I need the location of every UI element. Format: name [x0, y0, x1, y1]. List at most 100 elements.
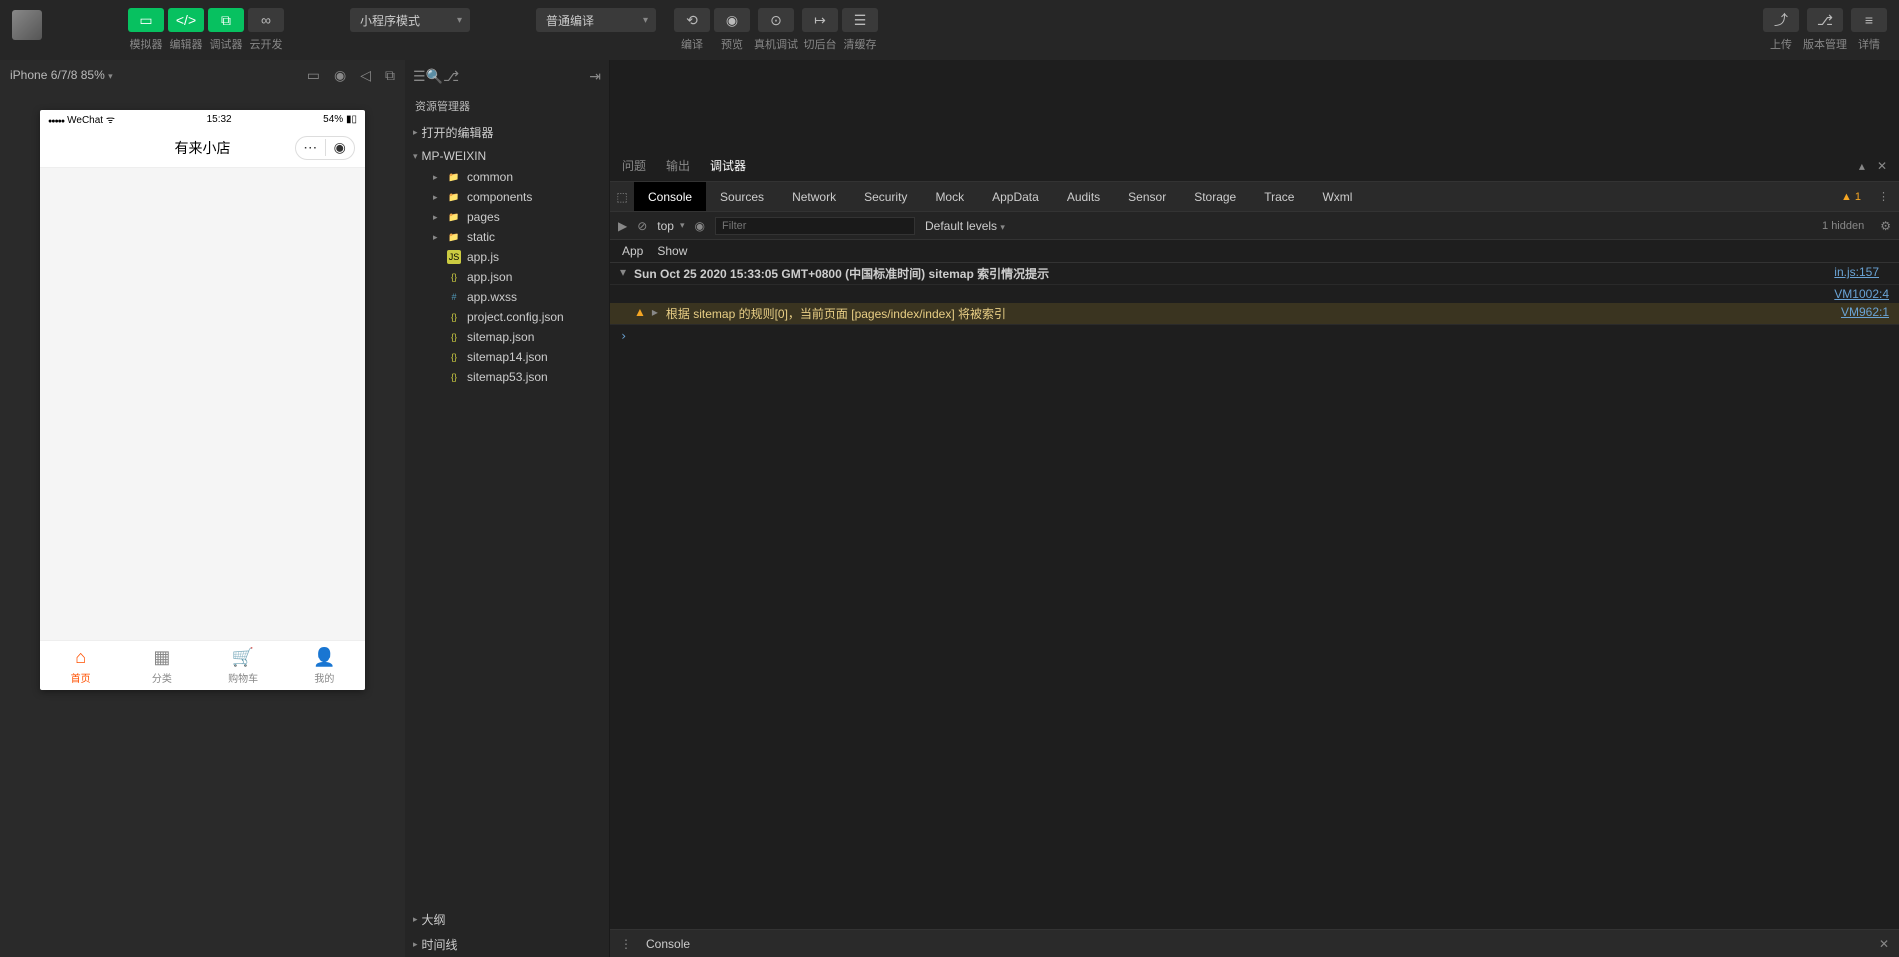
devtab-storage[interactable]: Storage — [1180, 182, 1250, 211]
mode-select[interactable]: 小程序模式 — [350, 8, 470, 32]
close-icon[interactable]: ✕ — [1879, 937, 1889, 951]
inspect-icon[interactable]: ⬚ — [610, 190, 634, 204]
cloud-button[interactable]: ∞ 云开发 — [248, 8, 284, 52]
file-common[interactable]: ▸📁common — [405, 167, 609, 187]
record-icon[interactable]: ◉ — [334, 67, 346, 84]
status-time: 15:32 — [207, 114, 232, 125]
devtab-sensor[interactable]: Sensor — [1114, 182, 1180, 211]
details-button[interactable]: ≡ 详情 — [1851, 8, 1887, 52]
menu-icon: ≡ — [1851, 8, 1887, 32]
file-sitemap.json[interactable]: {}sitemap.json — [405, 327, 609, 347]
file-sitemap14.json[interactable]: {}sitemap14.json — [405, 347, 609, 367]
log-message: Sun Oct 25 2020 15:33:05 GMT+0800 (中国标准时… — [634, 265, 1834, 282]
filter-input[interactable] — [715, 217, 915, 235]
file-sitemap53.json[interactable]: {}sitemap53.json — [405, 367, 609, 387]
simulator-button[interactable]: ▭ 模拟器 — [128, 8, 164, 52]
phone-body[interactable] — [40, 168, 365, 640]
devtab-network[interactable]: Network — [778, 182, 850, 211]
timeline-section[interactable]: 时间线 — [405, 932, 609, 957]
tab-icon: 🛒 — [232, 647, 254, 668]
app-toggle[interactable]: App — [622, 244, 643, 258]
target-icon: ⊙ — [758, 8, 794, 32]
devtab-wxml[interactable]: Wxml — [1308, 182, 1366, 211]
tab-problems[interactable]: 问题 — [622, 153, 646, 178]
rotate-icon[interactable]: ▭ — [307, 67, 320, 84]
upload-button[interactable]: ⤴ 上传 — [1763, 8, 1799, 52]
panel-toggle-icon[interactable]: ⇥ — [589, 68, 601, 85]
more-icon[interactable]: ⋯ — [296, 139, 326, 156]
console-prompt[interactable]: › — [610, 325, 1899, 347]
branch-icon[interactable]: ⎇ — [443, 68, 459, 85]
play-icon[interactable]: ▶ — [618, 219, 627, 233]
eye-icon[interactable]: ◉ — [695, 219, 705, 233]
chevron-right-icon[interactable]: ▸ — [652, 305, 666, 322]
root-folder[interactable]: MP-WEIXIN — [405, 145, 609, 167]
log-warning-message: 根据 sitemap 的规则[0]，当前页面 [pages/index/inde… — [666, 305, 1841, 322]
capsule-menu[interactable]: ⋯ ◉ — [295, 136, 355, 160]
search-icon[interactable]: 🔍 — [426, 68, 443, 85]
phone-tabbar: ⌂首页▦分类🛒购物车👤我的 — [40, 640, 365, 690]
devtab-mock[interactable]: Mock — [921, 182, 978, 211]
top-toolbar: ▭ 模拟器 </> 编辑器 ⧉ 调试器 ∞ 云开发 小程序模式 普通编译 ⟲ 编… — [0, 0, 1899, 60]
file-app.json[interactable]: {}app.json — [405, 267, 609, 287]
devtab-security[interactable]: Security — [850, 182, 921, 211]
compile-select[interactable]: 普通编译 — [536, 8, 656, 32]
devtools-tabs: ⬚ ConsoleSourcesNetworkSecurityMockAppDa… — [610, 182, 1899, 212]
detach-icon[interactable]: ⧉ — [385, 67, 395, 84]
file-project.config.json[interactable]: {}project.config.json — [405, 307, 609, 327]
devtab-sources[interactable]: Sources — [706, 182, 778, 211]
devtab-console[interactable]: Console — [634, 182, 706, 211]
more-icon[interactable]: ⋮ — [1878, 190, 1889, 203]
device-select[interactable]: iPhone 6/7/8 85% — [10, 68, 105, 82]
warning-icon: ▲ — [1841, 191, 1852, 203]
layers-icon: ☰ — [842, 8, 878, 32]
phone-tab-0[interactable]: ⌂首页 — [40, 641, 121, 690]
battery-icon: ▮▯ — [346, 114, 357, 125]
open-editors-section[interactable]: 打开的编辑器 — [405, 120, 609, 145]
hidden-count[interactable]: 1 hidden — [1822, 220, 1864, 232]
file-static[interactable]: ▸📁static — [405, 227, 609, 247]
editor-button[interactable]: </> 编辑器 — [168, 8, 204, 52]
log-source-link[interactable]: in.js:157 — [1834, 265, 1879, 282]
preview-button[interactable]: ◉ 预览 — [714, 8, 750, 52]
remote-debug-button[interactable]: ⊙ 真机调试 — [754, 8, 798, 52]
drawer-menu-icon[interactable]: ⋮ — [620, 937, 632, 951]
avatar[interactable] — [12, 10, 42, 40]
version-button[interactable]: ⎇ 版本管理 — [1803, 8, 1847, 52]
context-select[interactable]: top — [657, 219, 674, 233]
file-app.wxss[interactable]: #app.wxss — [405, 287, 609, 307]
devtab-appdata[interactable]: AppData — [978, 182, 1053, 211]
phone-tab-3[interactable]: 👤我的 — [284, 641, 365, 690]
target-icon[interactable]: ◉ — [326, 139, 355, 156]
gear-icon[interactable]: ⚙ — [1880, 219, 1891, 233]
levels-select[interactable]: Default levels — [925, 219, 997, 233]
compile-button[interactable]: ⟲ 编译 — [674, 8, 710, 52]
devtab-trace[interactable]: Trace — [1250, 182, 1308, 211]
tab-output[interactable]: 输出 — [666, 153, 690, 178]
drawer-console-tab[interactable]: Console — [646, 937, 690, 951]
close-icon[interactable]: ✕ — [1877, 159, 1887, 173]
list-icon[interactable]: ☰ — [413, 68, 426, 85]
tab-debugger[interactable]: 调试器 — [710, 153, 746, 178]
explorer-panel: ☰ 🔍 ⎇ ⇥ 资源管理器 打开的编辑器 MP-WEIXIN ▸📁common▸… — [405, 60, 610, 957]
debugger-button[interactable]: ⧉ 调试器 — [208, 8, 244, 52]
clear-icon[interactable]: ⊘ — [637, 219, 647, 233]
file-components[interactable]: ▸📁components — [405, 187, 609, 207]
background-button[interactable]: ↦ 切后台 — [802, 8, 838, 52]
devtab-audits[interactable]: Audits — [1053, 182, 1114, 211]
show-toggle[interactable]: Show — [657, 244, 687, 258]
phone-tab-1[interactable]: ▦分类 — [121, 641, 202, 690]
file-pages[interactable]: ▸📁pages — [405, 207, 609, 227]
phone-tab-2[interactable]: 🛒购物车 — [203, 641, 284, 690]
mute-icon[interactable]: ◁ — [360, 67, 371, 84]
collapse-icon[interactable]: ▴ — [1859, 159, 1865, 173]
file-app.js[interactable]: JSapp.js — [405, 247, 609, 267]
phone-frame: WeChat ᯤ 15:32 54% ▮▯ 有来小店 ⋯ ◉ ⌂首页▦分类🛒购物… — [40, 110, 365, 690]
chevron-down-icon[interactable]: ▾ — [620, 265, 634, 282]
cloud-icon: ∞ — [248, 8, 284, 32]
log-source-link[interactable]: VM962:1 — [1841, 305, 1889, 322]
clear-cache-button[interactable]: ☰ 清缓存 — [842, 8, 878, 52]
log-source-link[interactable]: VM1002:4 — [1834, 287, 1889, 301]
outline-section[interactable]: 大纲 — [405, 907, 609, 932]
tab-icon: 👤 — [313, 647, 335, 668]
